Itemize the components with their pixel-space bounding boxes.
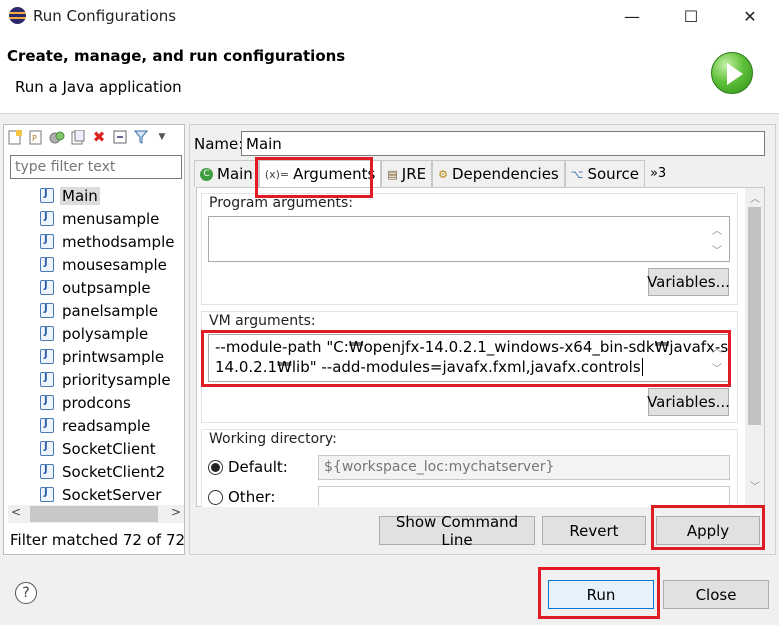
maximize-button[interactable]: ☐: [668, 0, 714, 32]
title-bar: Run Configurations — ☐ ✕: [0, 0, 779, 32]
scroll-up-icon[interactable]: ︿: [712, 340, 722, 355]
config-tabs: C Main (x)= Arguments ▤ JRE ⚙ Dependenci…: [194, 160, 672, 187]
default-directory-field: ${workspace_loc:mychatserver}: [318, 455, 730, 480]
text-cursor: [641, 358, 643, 376]
run-button[interactable]: Run: [548, 580, 654, 609]
close-button[interactable]: Close: [663, 580, 769, 609]
scroll-down-icon[interactable]: ﹀: [712, 242, 722, 257]
help-icon[interactable]: ?: [15, 582, 37, 604]
configuration-toolbar: P ✖ ▼: [6, 128, 171, 146]
tab-jre[interactable]: ▤ JRE: [381, 160, 433, 187]
vm-arguments-input[interactable]: --module-path "C:₩openjfx-14.0.2.1_windo…: [208, 334, 730, 382]
tree-item[interactable]: SocketServer: [40, 483, 184, 502]
more-tabs-icon: »3: [649, 166, 667, 181]
tree-item[interactable]: Main: [40, 184, 184, 207]
tab-main[interactable]: C Main: [194, 160, 259, 187]
tree-item[interactable]: SocketClient2: [40, 460, 184, 483]
show-command-line-button[interactable]: Show Command Line: [379, 513, 535, 549]
java-app-icon: [40, 303, 54, 318]
tree-item[interactable]: printwsample: [40, 345, 184, 368]
jre-icon: ▤: [387, 167, 398, 181]
banner-subtitle: Run a Java application: [15, 78, 182, 96]
java-app-icon: [40, 441, 54, 456]
tree-item[interactable]: panelsample: [40, 299, 184, 322]
minimize-button[interactable]: —: [609, 0, 655, 32]
main-class-icon: C: [200, 167, 213, 181]
other-label: Other:: [228, 488, 276, 506]
name-field[interactable]: [241, 131, 765, 156]
source-icon: ⌥: [570, 167, 584, 181]
tree-item[interactable]: menusample: [40, 207, 184, 230]
tab-arguments[interactable]: (x)= Arguments: [258, 160, 382, 187]
scroll-up-icon[interactable]: ︿: [750, 190, 760, 205]
program-arguments-label: Program arguments:: [209, 195, 353, 211]
apply-button[interactable]: Apply: [656, 516, 760, 545]
vm-arguments-label: VM arguments:: [209, 313, 316, 329]
java-app-icon: [40, 418, 54, 433]
filter-input[interactable]: [10, 155, 182, 179]
filter-status: Filter matched 72 of 72 items: [10, 531, 184, 549]
other-directory-field[interactable]: [318, 486, 730, 506]
scroll-right-icon[interactable]: >: [171, 505, 181, 519]
new-prototype-icon[interactable]: P: [27, 128, 45, 146]
filter-icon[interactable]: [132, 128, 150, 146]
collapse-all-icon[interactable]: [111, 128, 129, 146]
default-radio[interactable]: [208, 460, 223, 475]
tree-item[interactable]: methodsample: [40, 230, 184, 253]
tree-item[interactable]: readsample: [40, 414, 184, 437]
more-tabs-button[interactable]: »3: [644, 160, 672, 187]
export-icon[interactable]: [69, 128, 87, 146]
arguments-icon: (x)=: [264, 167, 290, 181]
panel-scroll-thumb[interactable]: [748, 207, 761, 425]
java-app-icon: [40, 280, 54, 295]
scroll-down-icon[interactable]: ﹀: [712, 360, 722, 375]
eclipse-app-icon: [9, 7, 26, 24]
delete-icon[interactable]: ✖: [90, 128, 108, 146]
vm-variables-button[interactable]: Variables...: [647, 388, 730, 416]
run-play-icon: [711, 52, 753, 94]
name-label: Name:: [194, 135, 244, 153]
dependencies-icon: ⚙: [438, 167, 448, 181]
tab-source[interactable]: ⌥ Source: [564, 160, 645, 187]
default-label: Default:: [228, 458, 288, 476]
svg-text:P: P: [32, 134, 37, 143]
java-app-icon: [40, 349, 54, 364]
other-radio[interactable]: [208, 490, 223, 505]
banner-title: Create, manage, and run configurations: [7, 47, 346, 65]
tree-scroll-thumb[interactable]: [30, 506, 158, 522]
revert-button[interactable]: Revert: [542, 516, 646, 545]
tab-dependencies[interactable]: ⚙ Dependencies: [432, 160, 565, 187]
program-arguments-input[interactable]: [208, 216, 730, 262]
scroll-up-icon[interactable]: ︿: [712, 222, 722, 237]
view-menu-icon[interactable]: ▼: [153, 128, 171, 146]
header-banner: Create, manage, and run configurations R…: [0, 32, 779, 114]
working-directory-label: Working directory:: [209, 431, 337, 447]
scroll-down-icon[interactable]: ﹀: [750, 478, 760, 493]
java-app-icon: [40, 395, 54, 410]
scroll-left-icon[interactable]: <: [11, 505, 21, 519]
close-window-button[interactable]: ✕: [727, 0, 773, 32]
java-app-icon: [40, 234, 54, 249]
java-app-icon: [40, 211, 54, 226]
tree-item[interactable]: prioritysample: [40, 368, 184, 391]
java-app-icon: [40, 464, 54, 479]
java-app-icon: [40, 487, 54, 502]
other-directory-row-clip: Other:: [201, 486, 738, 506]
program-variables-button[interactable]: Variables...: [647, 268, 730, 296]
duplicate-icon[interactable]: [48, 128, 66, 146]
new-config-icon[interactable]: [6, 128, 24, 146]
tree-item[interactable]: SocketClient: [40, 437, 184, 460]
configuration-tree: Main menusample methodsample mousesample…: [40, 184, 184, 502]
tree-item[interactable]: outpsample: [40, 276, 184, 299]
java-app-icon: [40, 326, 54, 341]
tree-item[interactable]: polysample: [40, 322, 184, 345]
java-app-icon: [40, 188, 54, 203]
tree-item[interactable]: mousesample: [40, 253, 184, 276]
window-title: Run Configurations: [33, 7, 177, 25]
java-app-icon: [40, 372, 54, 387]
tree-item[interactable]: prodcons: [40, 391, 184, 414]
java-app-icon: [40, 257, 54, 272]
